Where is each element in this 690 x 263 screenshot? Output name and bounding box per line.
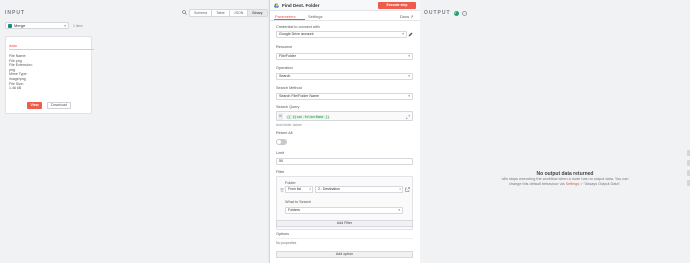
search-method-value: Search File/Folder Name: [279, 94, 319, 98]
download-button[interactable]: Download: [47, 102, 71, 109]
resource-label: Resource: [276, 45, 293, 49]
binary-metadata: File Name: File.png File Extension: png …: [9, 54, 33, 91]
view-switcher: Schema Table JSON Binary: [189, 9, 268, 17]
output-panel-header: OUTPUT ✓: [424, 10, 467, 16]
folder-mode-select[interactable]: From list ▾: [285, 186, 313, 193]
add-option-button[interactable]: Add option: [276, 251, 413, 258]
search-query-expression-input[interactable]: fx {{ $json.folderName }}: [276, 111, 413, 121]
expand-icon[interactable]: [406, 115, 410, 119]
output-panel-title: OUTPUT: [424, 10, 451, 16]
return-all-label: Return All: [276, 131, 293, 135]
divider: [9, 49, 94, 50]
search-query-hint: Anot folder Jacket: [276, 123, 302, 127]
view-tab-binary[interactable]: Binary: [248, 10, 267, 16]
options-label: Options: [276, 232, 290, 236]
input-node-select[interactable]: Merge ▾: [5, 22, 69, 29]
folder-value: 2 - Destination: [318, 187, 340, 191]
chevron-down-icon: ▾: [64, 23, 66, 28]
binary-data-card: data File Name: File.png File Extension:…: [5, 36, 94, 114]
execute-step-button[interactable]: Execute step: [378, 2, 416, 9]
search-query-expression: {{ $json.folderName }}: [286, 115, 331, 119]
view-button[interactable]: View: [27, 102, 42, 109]
what-to-search-label: What to Search: [285, 200, 312, 204]
merge-icon: [8, 23, 12, 28]
chevron-down-icon: ▾: [408, 74, 410, 78]
limit-label: Limit: [276, 151, 285, 155]
chevron-down-icon: ▾: [402, 32, 404, 36]
node-title[interactable]: Find Dest. Folder: [282, 3, 320, 8]
operation-select[interactable]: Search ▾: [276, 73, 413, 80]
no-output-message: n8n stops executing the workflow when a …: [495, 177, 635, 187]
resource-value: File/Folder: [279, 54, 296, 58]
credential-select[interactable]: Google Drive account ▾: [276, 31, 407, 38]
folder-mode-value: From list: [288, 187, 301, 191]
binary-property-name: data: [9, 43, 17, 48]
search-query-label: Search Query: [276, 105, 300, 109]
tab-settings[interactable]: Settings: [308, 14, 322, 19]
input-panel: INPUT Schema Table JSON Binary Merge ▾ 1…: [0, 0, 270, 263]
chevron-down-icon: ▾: [399, 187, 401, 191]
node-header: Find Dest. Folder Execute step: [270, 0, 420, 11]
node-tabs: Parameters Settings Docs ↗: [270, 11, 420, 21]
return-all-toggle[interactable]: [276, 139, 287, 145]
search-method-label: Search Method: [276, 86, 302, 90]
pin-icon[interactable]: [461, 10, 467, 16]
view-tab-table[interactable]: Table: [212, 10, 230, 16]
input-node-select-value: Merge: [14, 23, 26, 28]
search-icon[interactable]: [182, 10, 187, 15]
input-panel-title: INPUT: [5, 10, 25, 16]
docs-link[interactable]: Docs ↗: [400, 14, 414, 19]
chevron-down-icon: ▾: [408, 94, 410, 98]
settings-link[interactable]: Settings: [566, 182, 580, 186]
active-tab-indicator: [274, 19, 305, 20]
what-to-search-value: Folders: [288, 208, 300, 212]
view-tab-json[interactable]: JSON: [230, 10, 249, 16]
external-link-icon[interactable]: [405, 187, 410, 192]
fx-badge: fx: [278, 113, 283, 120]
folder-value-select[interactable]: 2 - Destination ▾: [315, 186, 403, 193]
view-tab-schema[interactable]: Schema: [190, 10, 213, 16]
no-output-message-text-end: > "Always Output Data".: [579, 182, 621, 186]
chevron-down-icon: ▾: [309, 187, 311, 191]
resource-select[interactable]: File/Folder ▾: [276, 53, 413, 60]
output-panel: OUTPUT ✓ No output data returned n8n sto…: [420, 0, 690, 263]
credential-value: Google Drive account: [279, 32, 314, 36]
success-check-icon: ✓: [453, 10, 459, 16]
item-count: 1 item: [73, 24, 83, 28]
folder-label: Folder: [285, 181, 296, 185]
operation-value: Search: [279, 74, 291, 78]
trash-icon[interactable]: [280, 188, 284, 192]
filter-label: Filter: [276, 170, 285, 174]
node-settings-panel: Find Dest. Folder Execute step Parameter…: [270, 0, 420, 263]
file-size-value: 1.46 kB: [9, 86, 22, 91]
google-drive-icon: [274, 3, 279, 8]
chevron-down-icon: ▾: [408, 54, 410, 58]
what-to-search-select[interactable]: Folders ▾: [285, 207, 403, 214]
operation-label: Operation: [276, 66, 293, 70]
credential-label: Credential to connect with: [276, 25, 320, 29]
search-method-select[interactable]: Search File/Folder Name ▾: [276, 93, 413, 100]
no-properties-text: No properties: [276, 241, 297, 245]
chevron-down-icon: ▾: [398, 208, 400, 212]
add-filter-button[interactable]: Add Filter: [276, 220, 413, 227]
pencil-icon[interactable]: [408, 32, 413, 37]
limit-input[interactable]: 50: [276, 158, 413, 165]
